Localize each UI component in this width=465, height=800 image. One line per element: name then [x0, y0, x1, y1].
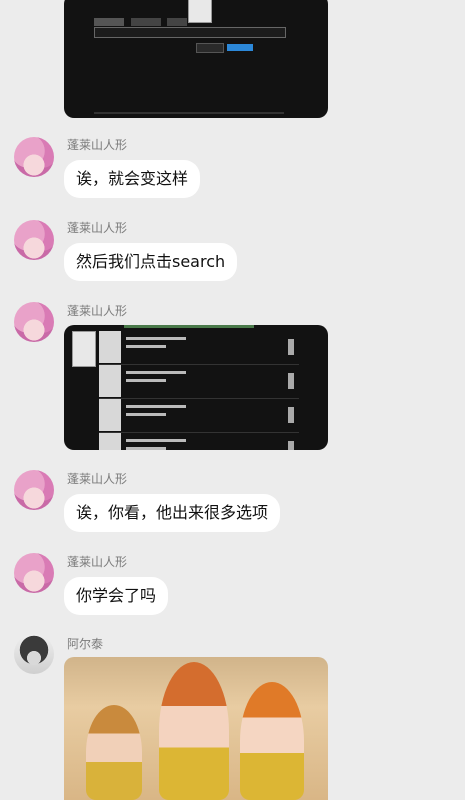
sender-name: 阿尔泰: [67, 637, 104, 651]
search-button-in-screenshot: [227, 44, 253, 51]
message-bubble[interactable]: 你学会了吗: [64, 577, 169, 615]
result-thumbnail: [72, 331, 96, 367]
filter-select: [196, 43, 224, 53]
preview-thumbnail: [188, 0, 212, 23]
message-bubble[interactable]: 诶，就会变这样: [64, 160, 201, 198]
shared-screenshot-results[interactable]: [64, 325, 328, 450]
avatar[interactable]: [14, 220, 54, 260]
figure-right: [240, 682, 304, 800]
avatar[interactable]: [14, 302, 54, 342]
shared-photo[interactable]: [64, 657, 328, 800]
avatar[interactable]: [14, 470, 54, 510]
avatar[interactable]: [14, 553, 54, 593]
shared-screenshot-search-page[interactable]: [64, 0, 328, 118]
option-chip: [131, 18, 161, 26]
message-bubble[interactable]: 然后我们点击search: [64, 243, 238, 281]
url-input: [94, 27, 286, 38]
sender-name: 蓬莱山人形: [67, 472, 128, 486]
message-bubble[interactable]: 诶，你看，他出来很多选项: [64, 494, 281, 532]
result-row: [99, 331, 299, 365]
figure-left: [86, 705, 142, 800]
sender-name: 蓬莱山人形: [67, 138, 128, 152]
avatar[interactable]: [14, 137, 54, 177]
sender-name: 蓬莱山人形: [67, 555, 128, 569]
option-chip: [167, 18, 187, 26]
avatar[interactable]: [14, 634, 54, 674]
result-row: [99, 399, 299, 433]
result-row: [99, 433, 299, 450]
footer-links: [94, 112, 284, 114]
result-row: [99, 365, 299, 399]
figure-center: [159, 662, 229, 800]
sender-name: 蓬莱山人形: [67, 304, 128, 318]
sender-name: 蓬莱山人形: [67, 221, 128, 235]
results-header-strip: [124, 325, 254, 328]
search-image-label: [94, 18, 124, 26]
